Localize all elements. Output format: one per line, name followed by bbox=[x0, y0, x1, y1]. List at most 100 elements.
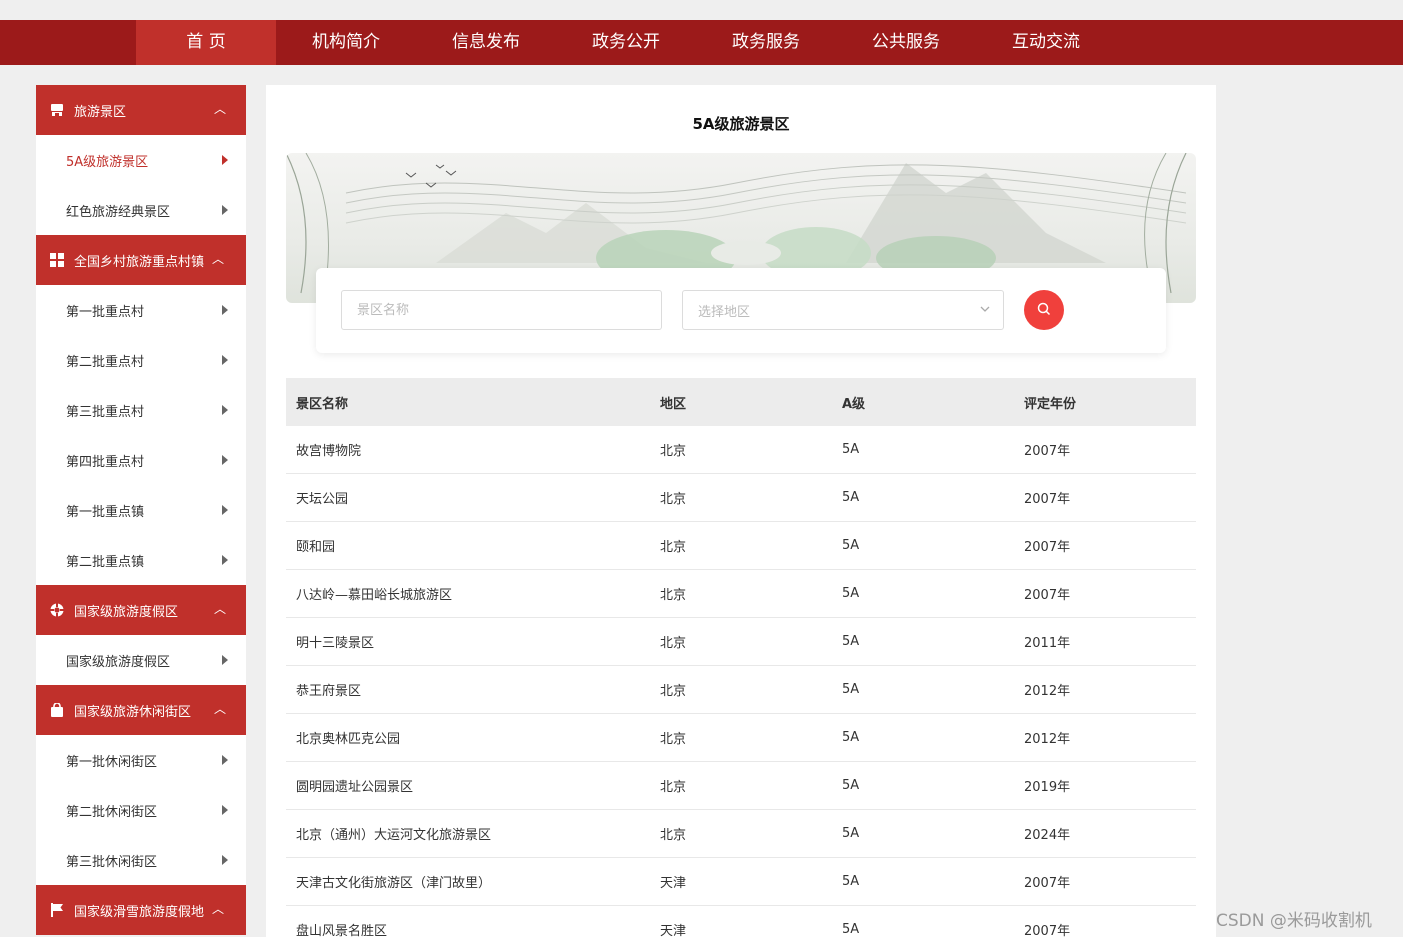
table-row: 明十三陵景区 北京 5A 2011年 bbox=[286, 618, 1196, 666]
region-select[interactable]: 选择地区 bbox=[682, 290, 1004, 330]
cell-name: 故宫博物院 bbox=[296, 444, 362, 459]
sidebar-item-resort[interactable]: 国家级旅游度假区 bbox=[36, 635, 246, 685]
search-card: 选择地区 bbox=[316, 268, 1166, 353]
sidebar-group-villages[interactable]: 全国乡村旅游重点村镇 ︿ bbox=[36, 235, 246, 285]
flag-icon bbox=[50, 903, 64, 917]
table-row: 盘山风景名胜区 天津 5A 2007年 bbox=[286, 906, 1196, 937]
sidebar-item-village-1[interactable]: 第一批重点村 bbox=[36, 285, 246, 335]
caret-right-icon bbox=[222, 405, 228, 415]
sidebar-group-scenic[interactable]: 旅游景区 ︿ bbox=[36, 85, 246, 135]
sidebar-item-label: 国家级旅游度假区 bbox=[66, 654, 171, 670]
table-row: 天津古文化街旅游区（津门故里） 天津 5A 2007年 bbox=[286, 858, 1196, 906]
cell-grade: 5A bbox=[842, 682, 860, 697]
scenic-table: 景区名称 地区 A级 评定年份 故宫博物院 北京 5A 2007年 天坛公园 北京 5A 20… bbox=[286, 378, 1196, 937]
nav-item-gov-service[interactable]: 政务服务 bbox=[696, 20, 836, 65]
sidebar-group-leisure-streets[interactable]: 国家级旅游休闲街区 ︿ bbox=[36, 685, 246, 735]
chevron-up-icon: ︿ bbox=[213, 102, 226, 116]
sidebar-group-title: 国家级滑雪旅游度假地 bbox=[74, 904, 205, 920]
nav-item-home[interactable]: 首 页 bbox=[136, 20, 276, 65]
cell-name: 北京（通州）大运河文化旅游景区 bbox=[296, 828, 492, 843]
sidebar-group-ski[interactable]: 国家级滑雪旅游度假地 ︿ bbox=[36, 885, 246, 935]
search-icon bbox=[1037, 301, 1051, 320]
search-button[interactable] bbox=[1024, 290, 1064, 330]
cell-year: 2012年 bbox=[1024, 732, 1071, 747]
table-row: 圆明园遗址公园景区 北京 5A 2019年 bbox=[286, 762, 1196, 810]
sidebar-item-town-1[interactable]: 第一批重点镇 bbox=[36, 485, 246, 535]
sidebar-item-label: 第一批休闲街区 bbox=[66, 754, 158, 770]
cell-year: 2019年 bbox=[1024, 780, 1071, 795]
cell-grade: 5A bbox=[842, 634, 860, 649]
sidebar-item-label: 第三批重点村 bbox=[66, 404, 145, 420]
nav-item-interaction[interactable]: 互动交流 bbox=[976, 20, 1116, 65]
caret-right-icon bbox=[222, 555, 228, 565]
cell-name: 八达岭—慕田峪长城旅游区 bbox=[296, 588, 453, 603]
chevron-up-icon: ︿ bbox=[213, 602, 226, 616]
sidebar-group-title: 全国乡村旅游重点村镇 bbox=[74, 254, 205, 270]
chevron-up-icon: ︿ bbox=[211, 902, 224, 916]
table-row: 八达岭—慕田峪长城旅游区 北京 5A 2007年 bbox=[286, 570, 1196, 618]
page-title: 5A级旅游景区 bbox=[692, 115, 790, 133]
sidebar-item-label: 红色旅游经典景区 bbox=[66, 204, 171, 220]
main-nav: 首 页 机构简介 信息发布 政务公开 政务服务 公共服务 互动交流 bbox=[136, 20, 1116, 65]
sidebar-item-street-3[interactable]: 第三批休闲街区 bbox=[36, 835, 246, 885]
cell-region: 北京 bbox=[660, 780, 687, 795]
lifebuoy-icon bbox=[50, 603, 64, 617]
cell-region: 北京 bbox=[660, 444, 687, 459]
cell-region: 北京 bbox=[660, 732, 687, 747]
sidebar-group-title: 国家级旅游度假区 bbox=[74, 604, 179, 620]
cell-name: 盘山风景名胜区 bbox=[296, 924, 388, 937]
cell-region: 北京 bbox=[660, 492, 687, 507]
nav-item-news[interactable]: 信息发布 bbox=[416, 20, 556, 65]
sidebar-item-label: 第一批重点村 bbox=[66, 304, 145, 320]
cell-region: 北京 bbox=[660, 636, 687, 651]
cell-region: 北京 bbox=[660, 684, 687, 699]
cell-region: 天津 bbox=[660, 876, 687, 891]
cell-year: 2007年 bbox=[1024, 876, 1071, 891]
nav-item-public-service[interactable]: 公共服务 bbox=[836, 20, 976, 65]
caret-right-icon bbox=[222, 355, 228, 365]
sidebar-item-village-2[interactable]: 第二批重点村 bbox=[36, 335, 246, 385]
shopping-bag-icon bbox=[50, 703, 64, 717]
cell-grade: 5A bbox=[842, 826, 860, 841]
cell-name: 颐和园 bbox=[296, 540, 336, 555]
scenic-name-input[interactable] bbox=[341, 290, 662, 330]
cell-year: 2007年 bbox=[1024, 492, 1071, 507]
cell-year: 2007年 bbox=[1024, 588, 1071, 603]
sidebar-item-5a[interactable]: 5A级旅游景区 bbox=[36, 135, 246, 185]
table-row: 北京奥林匹克公园 北京 5A 2012年 bbox=[286, 714, 1196, 762]
sidebar-item-label: 第二批重点镇 bbox=[66, 554, 145, 570]
cell-year: 2007年 bbox=[1024, 540, 1071, 555]
cell-name: 恭王府景区 bbox=[296, 684, 362, 699]
cell-year: 2024年 bbox=[1024, 828, 1071, 843]
cell-name: 明十三陵景区 bbox=[296, 636, 375, 651]
sidebar-item-label: 5A级旅游景区 bbox=[66, 154, 149, 170]
nav-item-gov-open[interactable]: 政务公开 bbox=[556, 20, 696, 65]
cell-grade: 5A bbox=[842, 538, 860, 553]
sidebar-item-village-4[interactable]: 第四批重点村 bbox=[36, 435, 246, 485]
sidebar-group-resorts[interactable]: 国家级旅游度假区 ︿ bbox=[36, 585, 246, 635]
sidebar-item-label: 第三批休闲街区 bbox=[66, 854, 158, 870]
sidebar-item-label: 第一批重点镇 bbox=[66, 504, 145, 520]
sidebar-item-town-2[interactable]: 第二批重点镇 bbox=[36, 535, 246, 585]
cell-grade: 5A bbox=[842, 874, 860, 889]
cell-grade: 5A bbox=[842, 586, 860, 601]
sidebar-item-village-3[interactable]: 第三批重点村 bbox=[36, 385, 246, 435]
caret-right-icon bbox=[222, 655, 228, 665]
chevron-down-icon bbox=[979, 303, 991, 319]
sidebar-item-street-1[interactable]: 第一批休闲街区 bbox=[36, 735, 246, 785]
cell-year: 2007年 bbox=[1024, 924, 1071, 937]
sidebar-item-street-2[interactable]: 第二批休闲街区 bbox=[36, 785, 246, 835]
caret-right-icon bbox=[222, 305, 228, 315]
sidebar-group-title: 国家级旅游休闲街区 bbox=[74, 704, 192, 720]
cell-grade: 5A bbox=[842, 730, 860, 745]
cell-name: 圆明园遗址公园景区 bbox=[296, 780, 414, 795]
caret-right-icon bbox=[222, 855, 228, 865]
cell-region: 北京 bbox=[660, 540, 687, 555]
sidebar-item-red-tourism[interactable]: 红色旅游经典景区 bbox=[36, 185, 246, 235]
chevron-up-icon: ︿ bbox=[213, 702, 226, 716]
nav-item-about[interactable]: 机构简介 bbox=[276, 20, 416, 65]
table-row: 恭王府景区 北京 5A 2012年 bbox=[286, 666, 1196, 714]
grid-icon bbox=[50, 253, 64, 267]
table-row: 颐和园 北京 5A 2007年 bbox=[286, 522, 1196, 570]
cell-region: 天津 bbox=[660, 924, 687, 937]
